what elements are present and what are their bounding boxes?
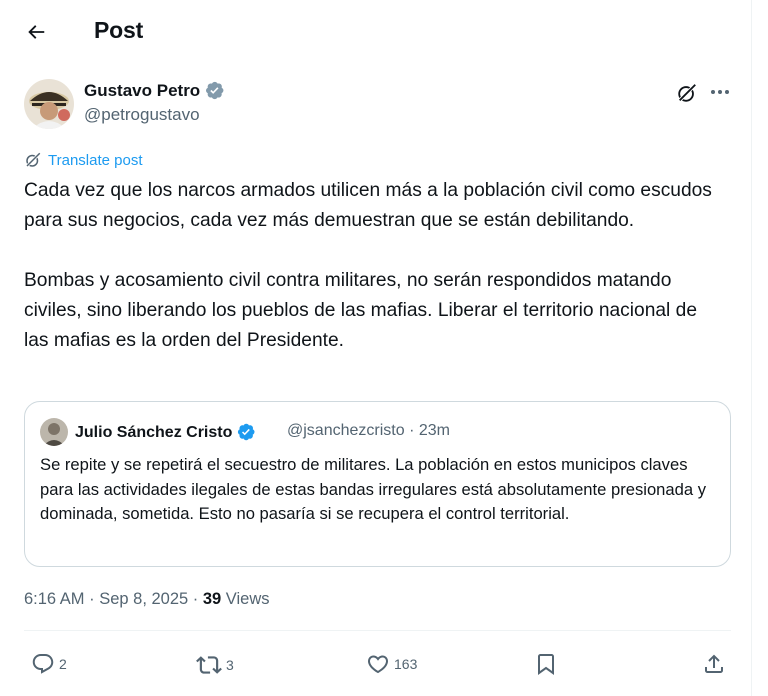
like-count: 163 (394, 656, 418, 672)
quoted-handle-time[interactable]: @jsanchezcristo · 23m (287, 422, 450, 440)
verified-badge-icon[interactable] (236, 422, 257, 443)
quoted-author-name-text: Julio Sánchez Cristo (75, 423, 233, 441)
repost-icon (196, 656, 222, 674)
quoted-post-card[interactable]: Julio Sánchez Cristo @jsanchezcristo · 2… (24, 401, 731, 567)
bookmark-icon (538, 654, 554, 675)
heart-icon (367, 655, 389, 674)
back-button[interactable] (16, 12, 56, 52)
grok-translate-icon (25, 152, 41, 168)
post-text: Cada vez que los narcos armados utilicen… (24, 176, 724, 356)
verified-badge-icon[interactable] (204, 80, 225, 101)
top-bar: Post (0, 0, 752, 62)
post-detail-column: Post Gustavo Petro @petrogustavo Transla… (0, 0, 752, 696)
share-icon (705, 654, 723, 673)
bookmark-button[interactable] (534, 652, 558, 676)
post-meta: 6:16 AM · Sep 8, 2025 · 39 Views (24, 590, 270, 609)
grok-icon (677, 83, 697, 103)
page-title: Post (94, 17, 144, 43)
post-paragraph: Bombas y acosamiento civil contra milita… (24, 270, 703, 351)
more-options-button[interactable] (706, 80, 734, 104)
share-button[interactable] (702, 652, 726, 676)
quoted-author-name[interactable]: Julio Sánchez Cristo (75, 422, 257, 443)
author-name-text: Gustavo Petro (84, 80, 201, 100)
like-button[interactable]: 163 (366, 652, 417, 676)
author-name[interactable]: Gustavo Petro (84, 80, 225, 101)
arrow-left-icon (28, 25, 45, 39)
repost-count: 3 (226, 657, 234, 673)
quoted-post-text: Se repite y se repetirá el secuestro de … (40, 455, 707, 523)
reply-button[interactable]: 2 (31, 652, 67, 676)
post-paragraph: Cada vez que los narcos armados utilicen… (24, 180, 718, 231)
reply-count: 2 (59, 656, 67, 672)
quoted-avatar[interactable] (40, 418, 68, 446)
views-count: 39 (202, 590, 222, 608)
views-label: Views (221, 590, 270, 608)
translate-label: Translate post (48, 151, 143, 169)
more-dots-icon (711, 90, 729, 94)
grok-button[interactable] (674, 80, 700, 106)
author-handle[interactable]: @petrogustavo (84, 105, 200, 125)
timestamp[interactable]: 6:16 AM · Sep 8, 2025 · (24, 590, 203, 608)
avatar[interactable] (24, 79, 74, 129)
translate-post-link[interactable]: Translate post (24, 151, 143, 169)
repost-button[interactable]: 3 (196, 652, 234, 678)
divider (24, 630, 731, 631)
reply-icon (32, 654, 54, 674)
